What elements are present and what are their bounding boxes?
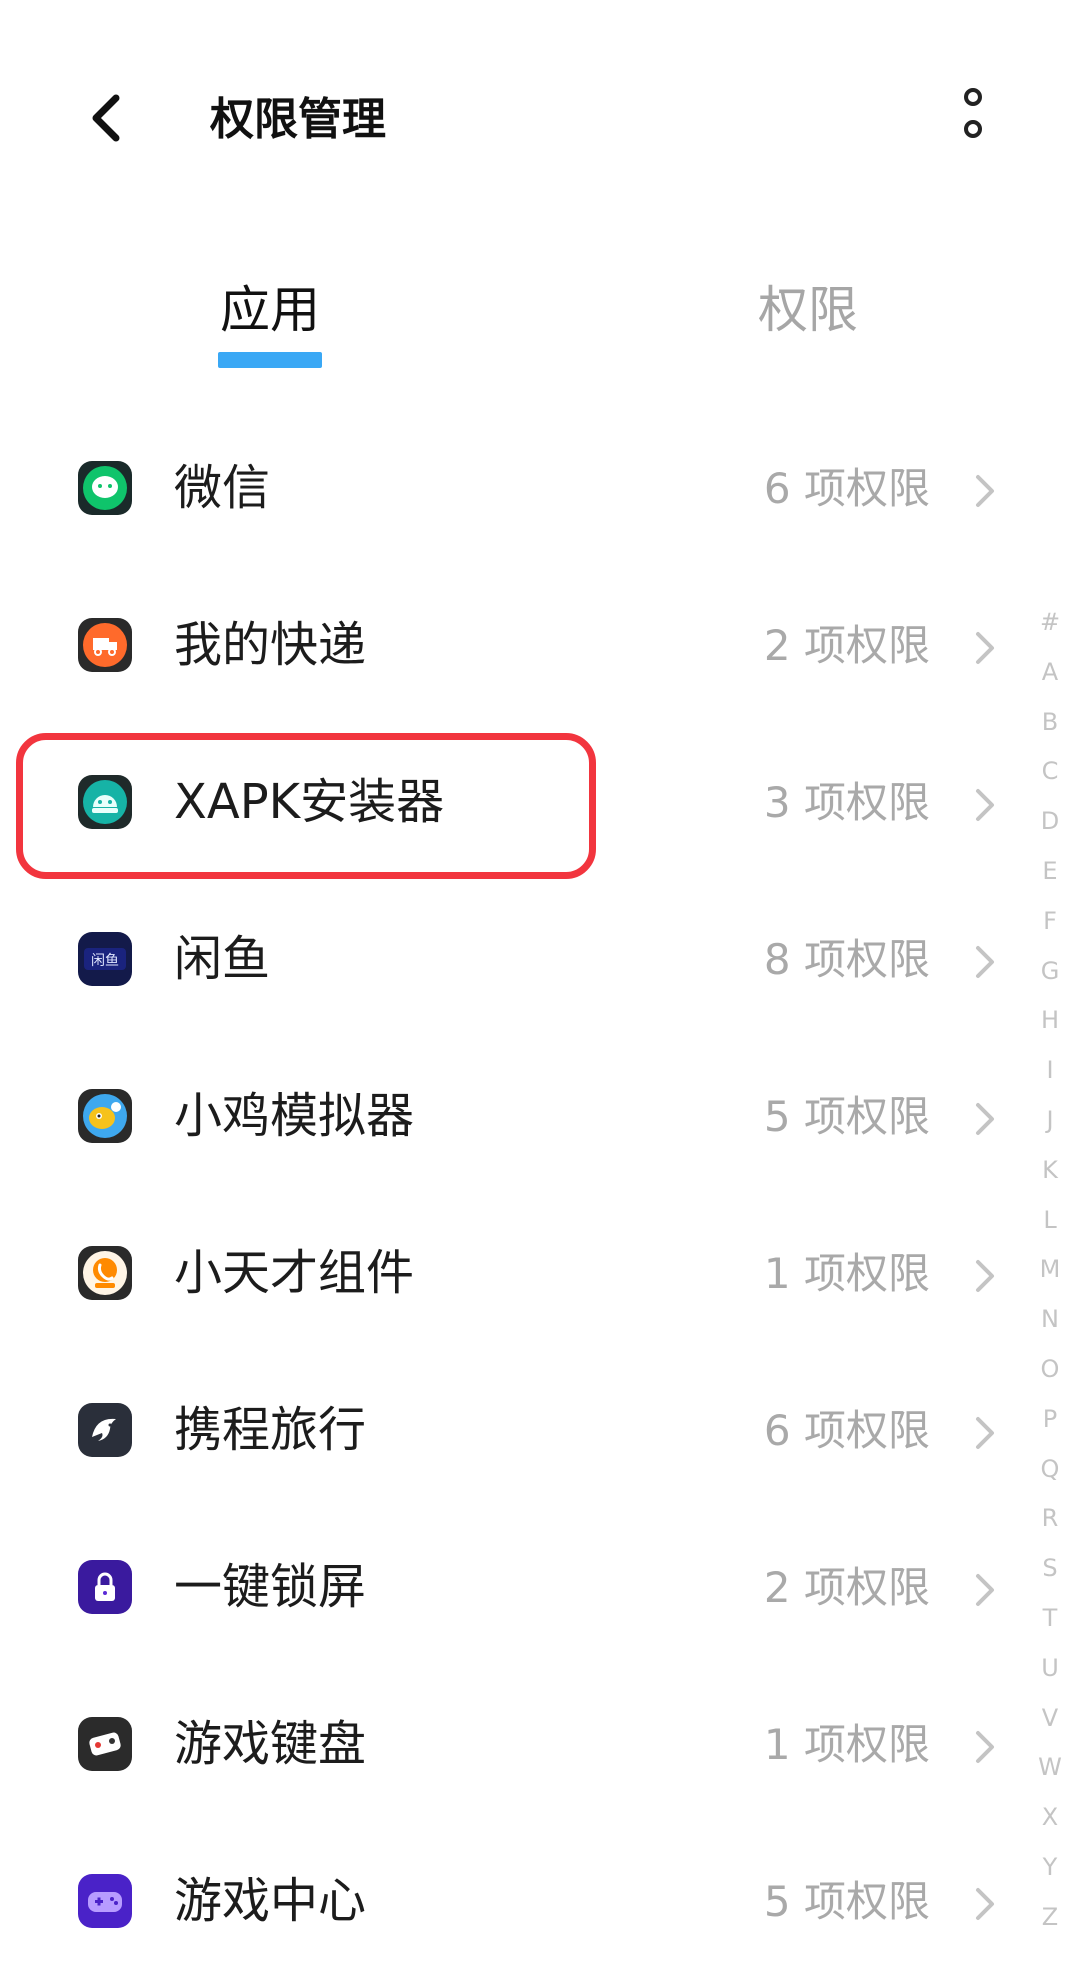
chevron-right-icon bbox=[976, 475, 994, 507]
index-letter[interactable]: W bbox=[1030, 1743, 1070, 1793]
page-title: 权限管理 bbox=[210, 94, 386, 145]
chevron-right-icon bbox=[976, 1103, 994, 1135]
permission-count: 8 项权限 bbox=[763, 935, 930, 984]
phone-call-icon bbox=[78, 1246, 132, 1300]
app-name: 携程旅行 bbox=[174, 1402, 367, 1458]
index-letter[interactable]: T bbox=[1030, 1594, 1070, 1644]
index-letter[interactable]: M bbox=[1030, 1245, 1070, 1295]
index-letter[interactable]: J bbox=[1030, 1096, 1070, 1146]
permission-count: 1 项权限 bbox=[763, 1249, 930, 1298]
index-letter[interactable]: C bbox=[1030, 747, 1070, 797]
index-letter[interactable]: Z bbox=[1030, 1893, 1070, 1943]
app-row-game-keyboard[interactable]: 游戏键盘 1 项权限 bbox=[0, 1671, 1020, 1828]
index-letter[interactable]: Y bbox=[1030, 1843, 1070, 1893]
app-name: 游戏中心 bbox=[174, 1873, 367, 1929]
app-row-one-key-lock[interactable]: 一键锁屏 2 项权限 bbox=[0, 1514, 1020, 1671]
app-name: 游戏键盘 bbox=[174, 1716, 367, 1772]
more-vertical-icon-dot bbox=[964, 120, 982, 138]
index-letter[interactable]: I bbox=[1030, 1046, 1070, 1096]
index-letter[interactable]: X bbox=[1030, 1793, 1070, 1843]
index-letter[interactable]: # bbox=[1030, 598, 1070, 648]
permission-count: 6 项权限 bbox=[763, 464, 930, 513]
index-letter[interactable]: Q bbox=[1030, 1445, 1070, 1495]
app-name: 一键锁屏 bbox=[174, 1559, 367, 1615]
index-letter[interactable]: P bbox=[1030, 1395, 1070, 1445]
index-letter[interactable]: L bbox=[1030, 1196, 1070, 1246]
index-letter[interactable]: N bbox=[1030, 1295, 1070, 1345]
chevron-right-icon bbox=[976, 1417, 994, 1449]
more-options-button[interactable] bbox=[952, 84, 1000, 154]
app-permission-list: 微信 6 项权限 我的快递 2 项权限 XAPK安装器 3 项权限 闲鱼 闲鱼 … bbox=[0, 415, 1020, 1985]
app-name: 闲鱼 bbox=[174, 931, 271, 987]
index-letter[interactable]: E bbox=[1030, 847, 1070, 897]
padlock-icon bbox=[78, 1560, 132, 1614]
index-letter[interactable]: K bbox=[1030, 1146, 1070, 1196]
index-letter[interactable]: U bbox=[1030, 1644, 1070, 1694]
app-row-xiaotiancai[interactable]: 小天才组件 1 项权限 bbox=[0, 1200, 1020, 1357]
app-name: 我的快递 bbox=[174, 617, 367, 673]
chevron-right-icon bbox=[976, 1731, 994, 1763]
app-name: 小天才组件 bbox=[174, 1245, 415, 1301]
index-letter[interactable]: D bbox=[1030, 797, 1070, 847]
permission-count: 2 项权限 bbox=[763, 1563, 930, 1612]
chevron-right-icon bbox=[976, 632, 994, 664]
chevron-right-icon bbox=[976, 789, 994, 821]
app-row-xianyu[interactable]: 闲鱼 闲鱼 8 项权限 bbox=[0, 886, 1020, 1043]
permission-count: 5 项权限 bbox=[763, 1092, 930, 1141]
dolphin-icon bbox=[78, 1403, 132, 1457]
more-vertical-icon bbox=[964, 88, 982, 106]
highlight-box bbox=[16, 733, 596, 879]
app-name: 小鸡模拟器 bbox=[174, 1088, 415, 1144]
app-row-game-center[interactable]: 游戏中心 5 项权限 bbox=[0, 1828, 1020, 1985]
app-name: 微信 bbox=[174, 460, 271, 516]
app-row-chick-emulator[interactable]: 小鸡模拟器 5 项权限 bbox=[0, 1043, 1020, 1200]
permission-count: 5 项权限 bbox=[763, 1877, 930, 1926]
wechat-icon bbox=[78, 461, 132, 515]
chick-emulator-icon bbox=[78, 1089, 132, 1143]
permission-count: 3 项权限 bbox=[763, 778, 930, 827]
tab-apps[interactable]: 应用 bbox=[220, 270, 320, 350]
gamepad-icon bbox=[78, 1874, 132, 1928]
game-keyboard-icon bbox=[78, 1717, 132, 1771]
index-letter[interactable]: B bbox=[1030, 698, 1070, 748]
index-letter[interactable]: H bbox=[1030, 996, 1070, 1046]
delivery-truck-icon bbox=[78, 618, 132, 672]
chevron-left-icon bbox=[92, 94, 120, 142]
permission-count: 6 项权限 bbox=[763, 1406, 930, 1455]
chevron-right-icon bbox=[976, 1260, 994, 1292]
index-letter[interactable]: O bbox=[1030, 1345, 1070, 1395]
index-letter[interactable]: F bbox=[1030, 897, 1070, 947]
permission-count: 1 项权限 bbox=[763, 1720, 930, 1769]
index-letter[interactable]: S bbox=[1030, 1544, 1070, 1594]
tab-indicator bbox=[218, 352, 322, 368]
index-letter[interactable]: A bbox=[1030, 648, 1070, 698]
tab-bar: 应用 权限 bbox=[0, 270, 1080, 380]
permission-count: 2 项权限 bbox=[763, 621, 930, 670]
chevron-right-icon bbox=[976, 1574, 994, 1606]
index-letter[interactable]: R bbox=[1030, 1494, 1070, 1544]
chevron-right-icon bbox=[976, 1888, 994, 1920]
tab-permissions[interactable]: 权限 bbox=[758, 270, 858, 350]
index-letter[interactable]: G bbox=[1030, 947, 1070, 997]
xianyu-logo-icon: 闲鱼 bbox=[78, 932, 132, 986]
app-row-my-delivery[interactable]: 我的快递 2 项权限 bbox=[0, 572, 1020, 729]
chevron-right-icon bbox=[976, 946, 994, 978]
app-row-ctrip[interactable]: 携程旅行 6 项权限 bbox=[0, 1357, 1020, 1514]
app-bar: 权限管理 bbox=[0, 0, 1080, 240]
app-row-wechat[interactable]: 微信 6 项权限 bbox=[0, 415, 1020, 572]
back-button[interactable] bbox=[74, 86, 138, 150]
index-letter[interactable]: V bbox=[1030, 1694, 1070, 1744]
alphabet-index[interactable]: # A B C D E F G H I J K L M N O P Q R S T U V W X Y Z bbox=[1030, 598, 1070, 1943]
svg-text:闲鱼: 闲鱼 bbox=[91, 952, 119, 969]
